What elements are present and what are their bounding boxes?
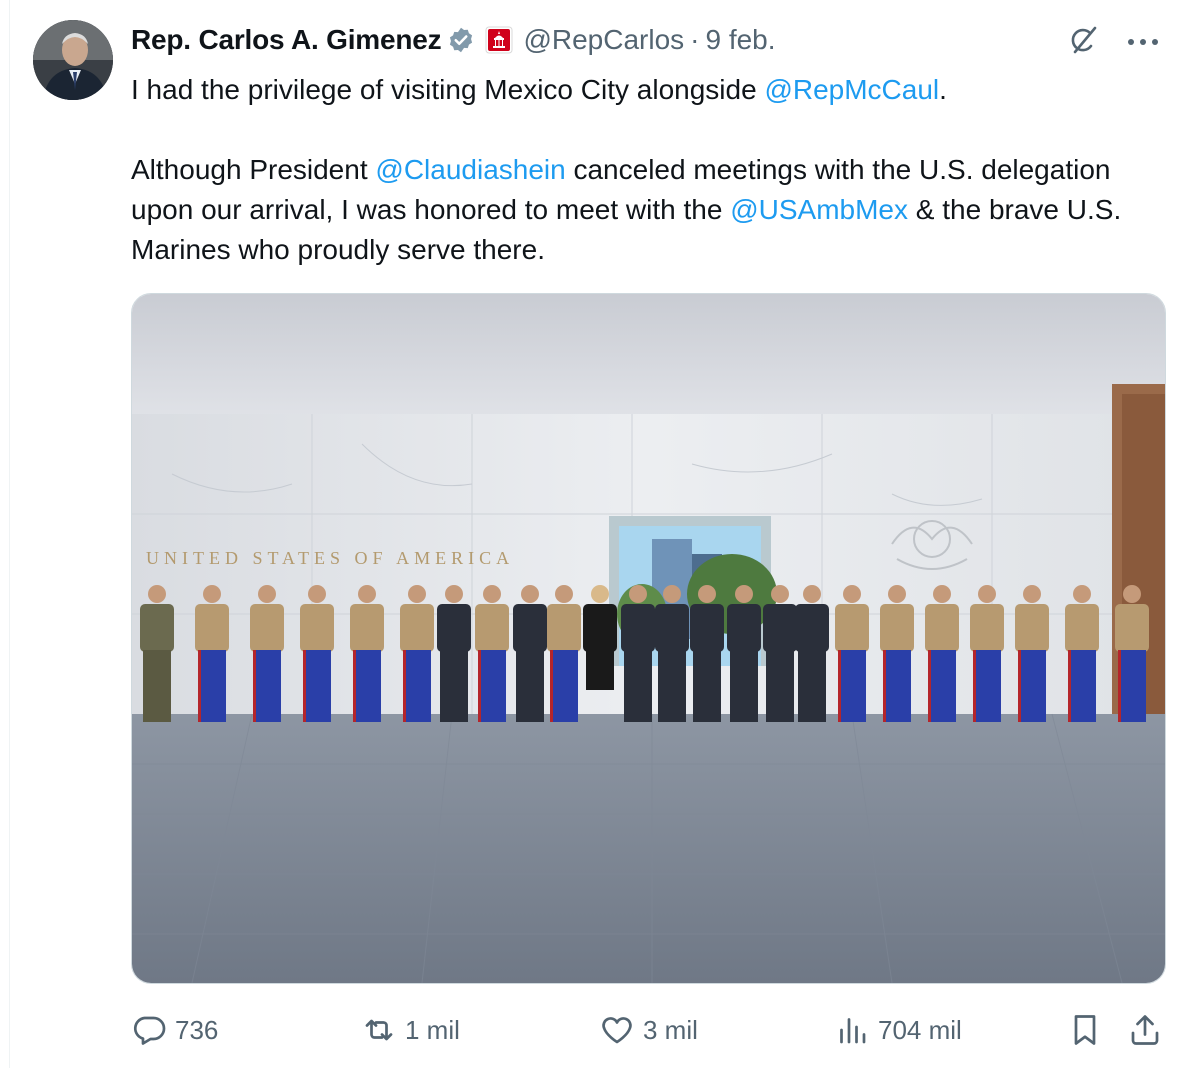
like-button[interactable]: 3 mil — [599, 1008, 698, 1052]
post-photo[interactable]: UNITED STATES OF AMERICA — [131, 293, 1166, 984]
government-building-icon[interactable] — [485, 26, 513, 54]
views-count: 704 mil — [878, 1014, 962, 1045]
author-handle[interactable]: @RepCarlos — [523, 24, 684, 56]
share-icon — [1131, 1015, 1159, 1045]
author-name[interactable]: Rep. Carlos A. Gimenez — [131, 24, 442, 56]
person-figure — [140, 585, 174, 722]
bookmark-icon — [1074, 1015, 1096, 1045]
post-header: Rep. Carlos A. Gimenez @RepCarlos · 9 fe… — [131, 20, 776, 60]
person-figure — [880, 585, 914, 722]
person-figure — [350, 585, 384, 722]
views-icon — [840, 1018, 866, 1044]
mention-link[interactable]: @RepMcCaul — [764, 74, 939, 105]
person-figure — [400, 585, 434, 722]
person-figure — [727, 585, 761, 722]
person-figure — [195, 585, 229, 722]
person-figure — [437, 585, 471, 722]
reply-button[interactable]: 736 — [131, 1008, 218, 1052]
post-actions: 736 1 mil 3 mil 704 mil — [131, 1008, 1171, 1052]
timeline-divider — [9, 0, 10, 1068]
grok-icon[interactable] — [1068, 24, 1100, 61]
person-figure — [763, 585, 797, 722]
person-figure — [513, 585, 547, 722]
post-paragraph-1: I had the privilege of visiting Mexico C… — [131, 70, 1171, 110]
views-button[interactable]: 704 mil — [834, 1008, 962, 1052]
person-figure — [835, 585, 869, 722]
reply-count: 736 — [175, 1014, 219, 1045]
repost-count: 1 mil — [405, 1014, 460, 1045]
post-top-icons — [1068, 24, 1160, 61]
person-figure — [795, 585, 829, 722]
person-figure — [925, 585, 959, 722]
post-paragraph-2: Although President @Claudiashein cancele… — [131, 150, 1171, 270]
person-figure — [970, 585, 1004, 722]
person-figure — [1115, 585, 1149, 722]
more-options-icon[interactable] — [1126, 34, 1160, 52]
like-icon — [602, 1017, 632, 1044]
verified-badge-icon[interactable] — [447, 26, 475, 54]
mention-link[interactable]: @USAmbMex — [730, 194, 908, 225]
repost-button[interactable]: 1 mil — [361, 1008, 460, 1052]
avatar[interactable] — [33, 20, 113, 100]
person-figure — [1065, 585, 1099, 722]
separator-dot: · — [690, 24, 700, 55]
post-text: I had the privilege of visiting Mexico C… — [131, 70, 1171, 270]
text-run: . — [939, 74, 947, 105]
text-run: Although President — [131, 154, 376, 185]
person-figure — [547, 585, 581, 722]
group-photo: UNITED STATES OF AMERICA — [132, 294, 1165, 983]
reply-icon — [133, 1016, 166, 1045]
text-run: I had the privilege of visiting Mexico C… — [131, 74, 765, 105]
avatar-image — [33, 20, 113, 100]
wall-inscription: UNITED STATES OF AMERICA — [146, 548, 514, 568]
like-count: 3 mil — [643, 1014, 698, 1045]
person-figure — [475, 585, 509, 722]
person-figure — [1015, 585, 1049, 722]
mention-link[interactable]: @Claudiashein — [375, 154, 565, 185]
person-figure — [250, 585, 284, 722]
repost-icon — [365, 1019, 393, 1041]
bookmark-button[interactable] — [1067, 1008, 1103, 1052]
person-figure — [300, 585, 334, 722]
share-button[interactable] — [1127, 1008, 1163, 1052]
person-figure — [690, 585, 724, 722]
post-date[interactable]: 9 feb. — [705, 24, 775, 56]
person-figure — [621, 585, 655, 722]
person-figure — [655, 585, 689, 722]
